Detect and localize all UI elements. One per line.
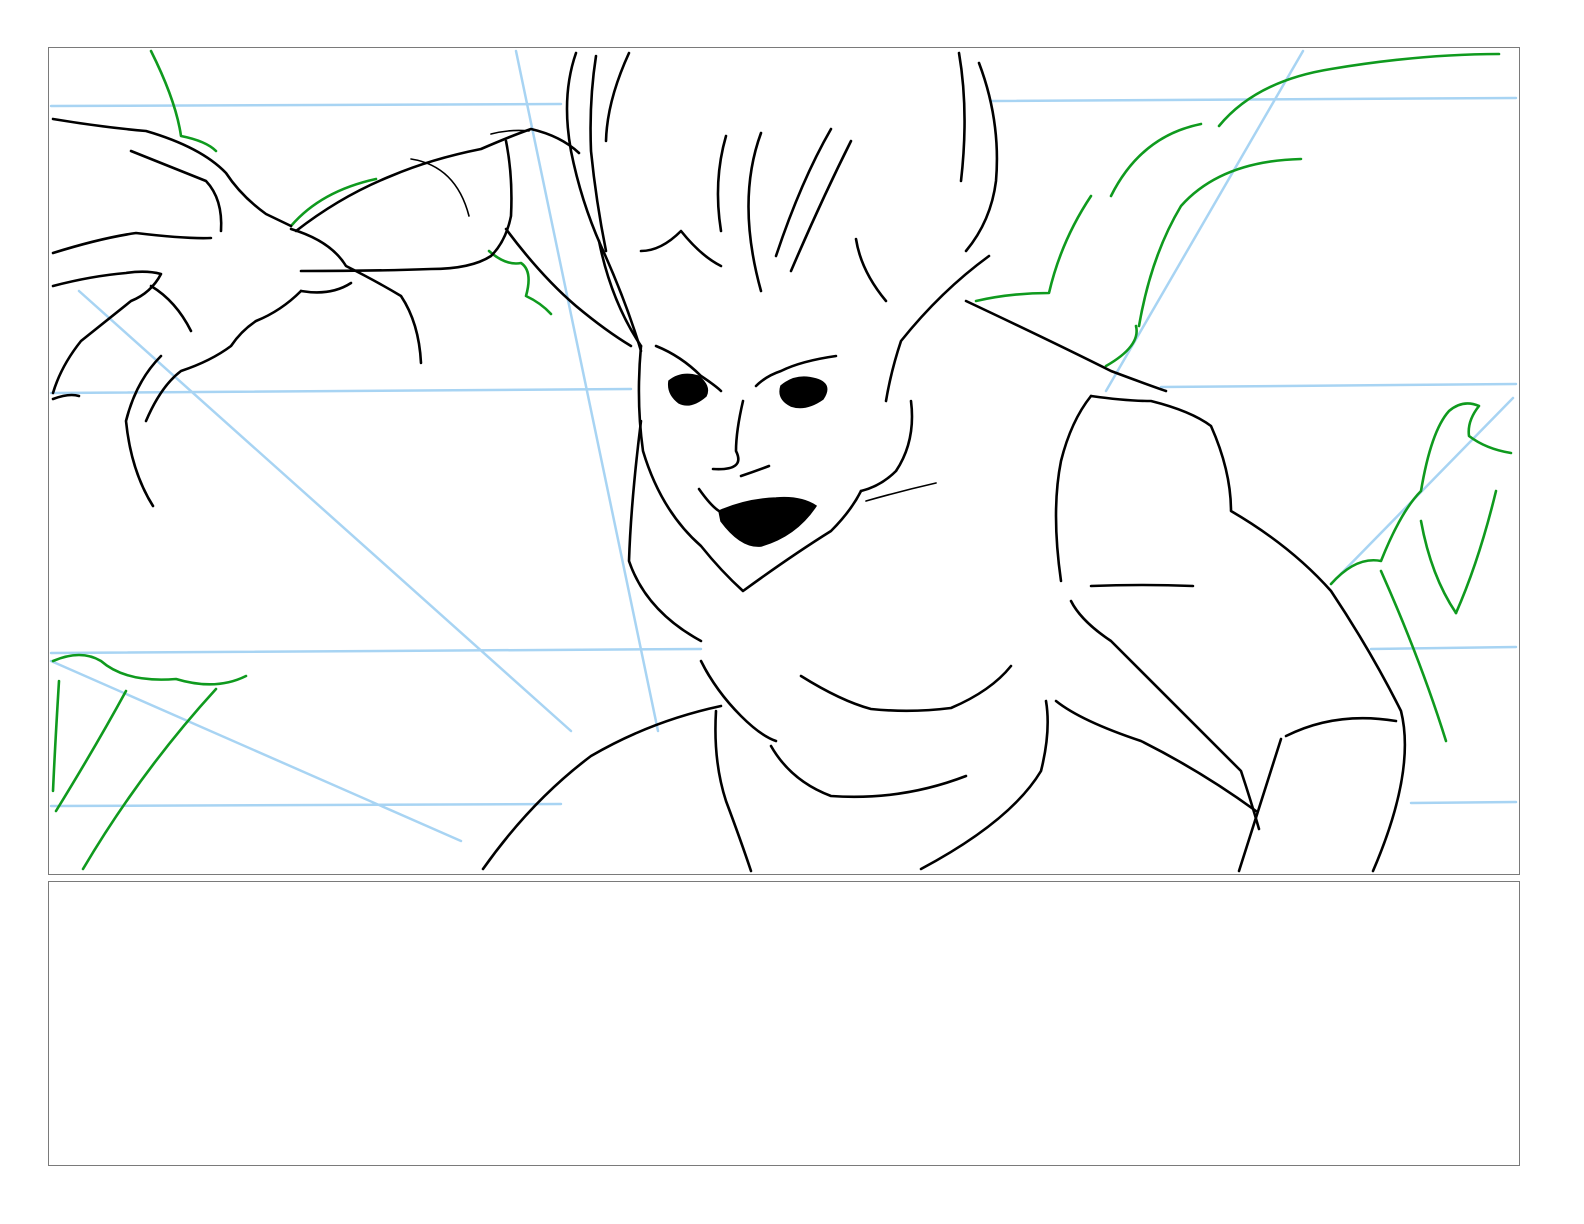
panel-1-sketch (49, 49, 1518, 873)
storyboard-panel-1 (48, 47, 1520, 875)
character-lineart (51, 51, 1407, 873)
storyboard-panel-2 (48, 881, 1520, 1166)
background-foliage-sketch (51, 49, 1513, 871)
perspective-guides (49, 49, 1518, 843)
